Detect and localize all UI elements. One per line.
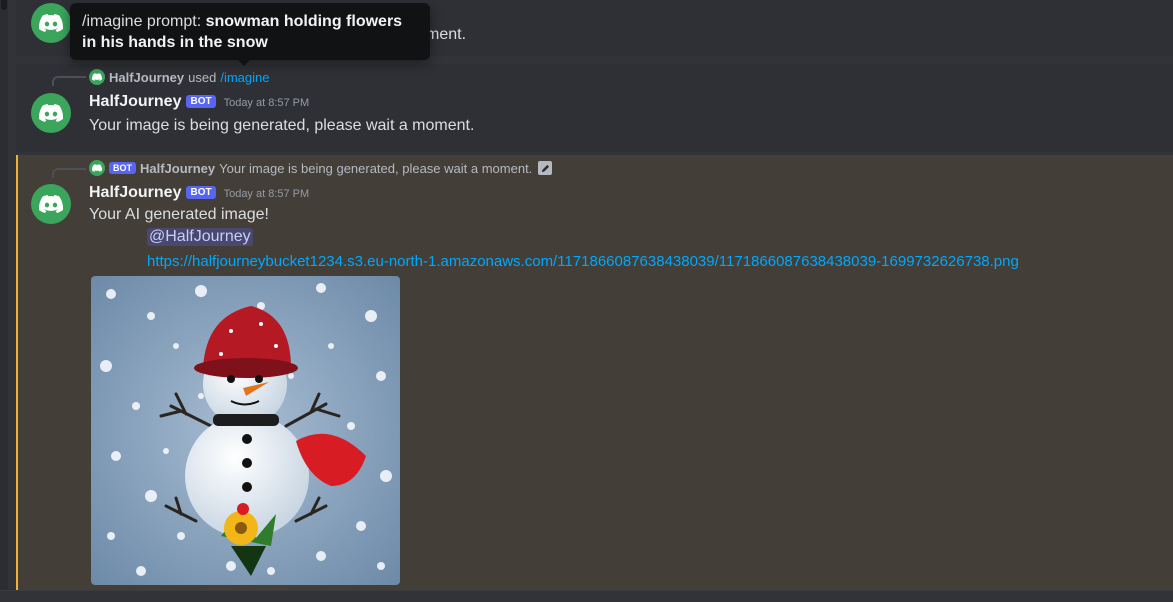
message-text-partial: ment. bbox=[426, 26, 467, 43]
reply-username[interactable]: HalfJourney bbox=[140, 161, 215, 176]
scroll-thumb[interactable] bbox=[1, 0, 7, 10]
message-text: Your image is being generated, please wa… bbox=[89, 117, 475, 134]
reply-spine bbox=[52, 168, 86, 178]
message-group-2: HalfJourney used /imagine HalfJourney BO… bbox=[16, 64, 1173, 152]
discord-logo-icon[interactable] bbox=[31, 3, 71, 43]
message-header: HalfJourney BOT Today at 8:57 PM bbox=[89, 93, 309, 111]
discord-logo-icon[interactable] bbox=[31, 93, 71, 133]
tooltip-prefix: /imagine prompt: bbox=[82, 13, 206, 30]
bot-badge: BOT bbox=[186, 95, 216, 108]
reply-username[interactable]: HalfJourney bbox=[109, 70, 184, 85]
message-list: ment. HalfJourney used /imagine HalfJour… bbox=[16, 0, 1173, 590]
command-tooltip: /imagine prompt: snowman holding flowers… bbox=[70, 3, 430, 60]
reply-preview-text[interactable]: Your image is being generated, please wa… bbox=[219, 161, 532, 176]
image-url-link[interactable]: https://halfjourneybucket1234.s3.eu-nort… bbox=[147, 253, 1019, 270]
snowman-image bbox=[91, 276, 400, 585]
reply-command-link[interactable]: /imagine bbox=[220, 70, 269, 85]
user-mention[interactable]: @HalfJourney bbox=[147, 228, 253, 246]
discord-logo-icon bbox=[89, 160, 105, 176]
timestamp[interactable]: Today at 8:57 PM bbox=[224, 97, 310, 109]
bot-badge-small: BOT bbox=[109, 162, 136, 174]
reply-spine bbox=[52, 76, 86, 86]
command-reply-line[interactable]: HalfJourney used /imagine bbox=[89, 69, 269, 85]
bottom-divider bbox=[0, 590, 1173, 602]
message-text: Your AI generated image! bbox=[89, 206, 269, 223]
reply-action: used bbox=[188, 69, 217, 85]
discord-logo-icon bbox=[89, 69, 105, 85]
discord-logo-icon[interactable] bbox=[31, 184, 71, 224]
username[interactable]: HalfJourney bbox=[89, 93, 181, 111]
message-header: HalfJourney BOT Today at 8:57 PM bbox=[89, 184, 309, 202]
edit-pencil-icon bbox=[538, 161, 553, 175]
left-scroll-rail[interactable] bbox=[0, 0, 8, 602]
username[interactable]: HalfJourney bbox=[89, 184, 181, 202]
message-group-3: BOT HalfJourney Your image is being gene… bbox=[16, 155, 1173, 590]
bot-badge: BOT bbox=[186, 186, 216, 199]
reply-preview-line[interactable]: BOT HalfJourney Your image is being gene… bbox=[89, 160, 553, 176]
generated-image[interactable] bbox=[91, 276, 400, 585]
timestamp[interactable]: Today at 8:57 PM bbox=[224, 188, 310, 200]
tooltip-arrow bbox=[238, 60, 250, 66]
